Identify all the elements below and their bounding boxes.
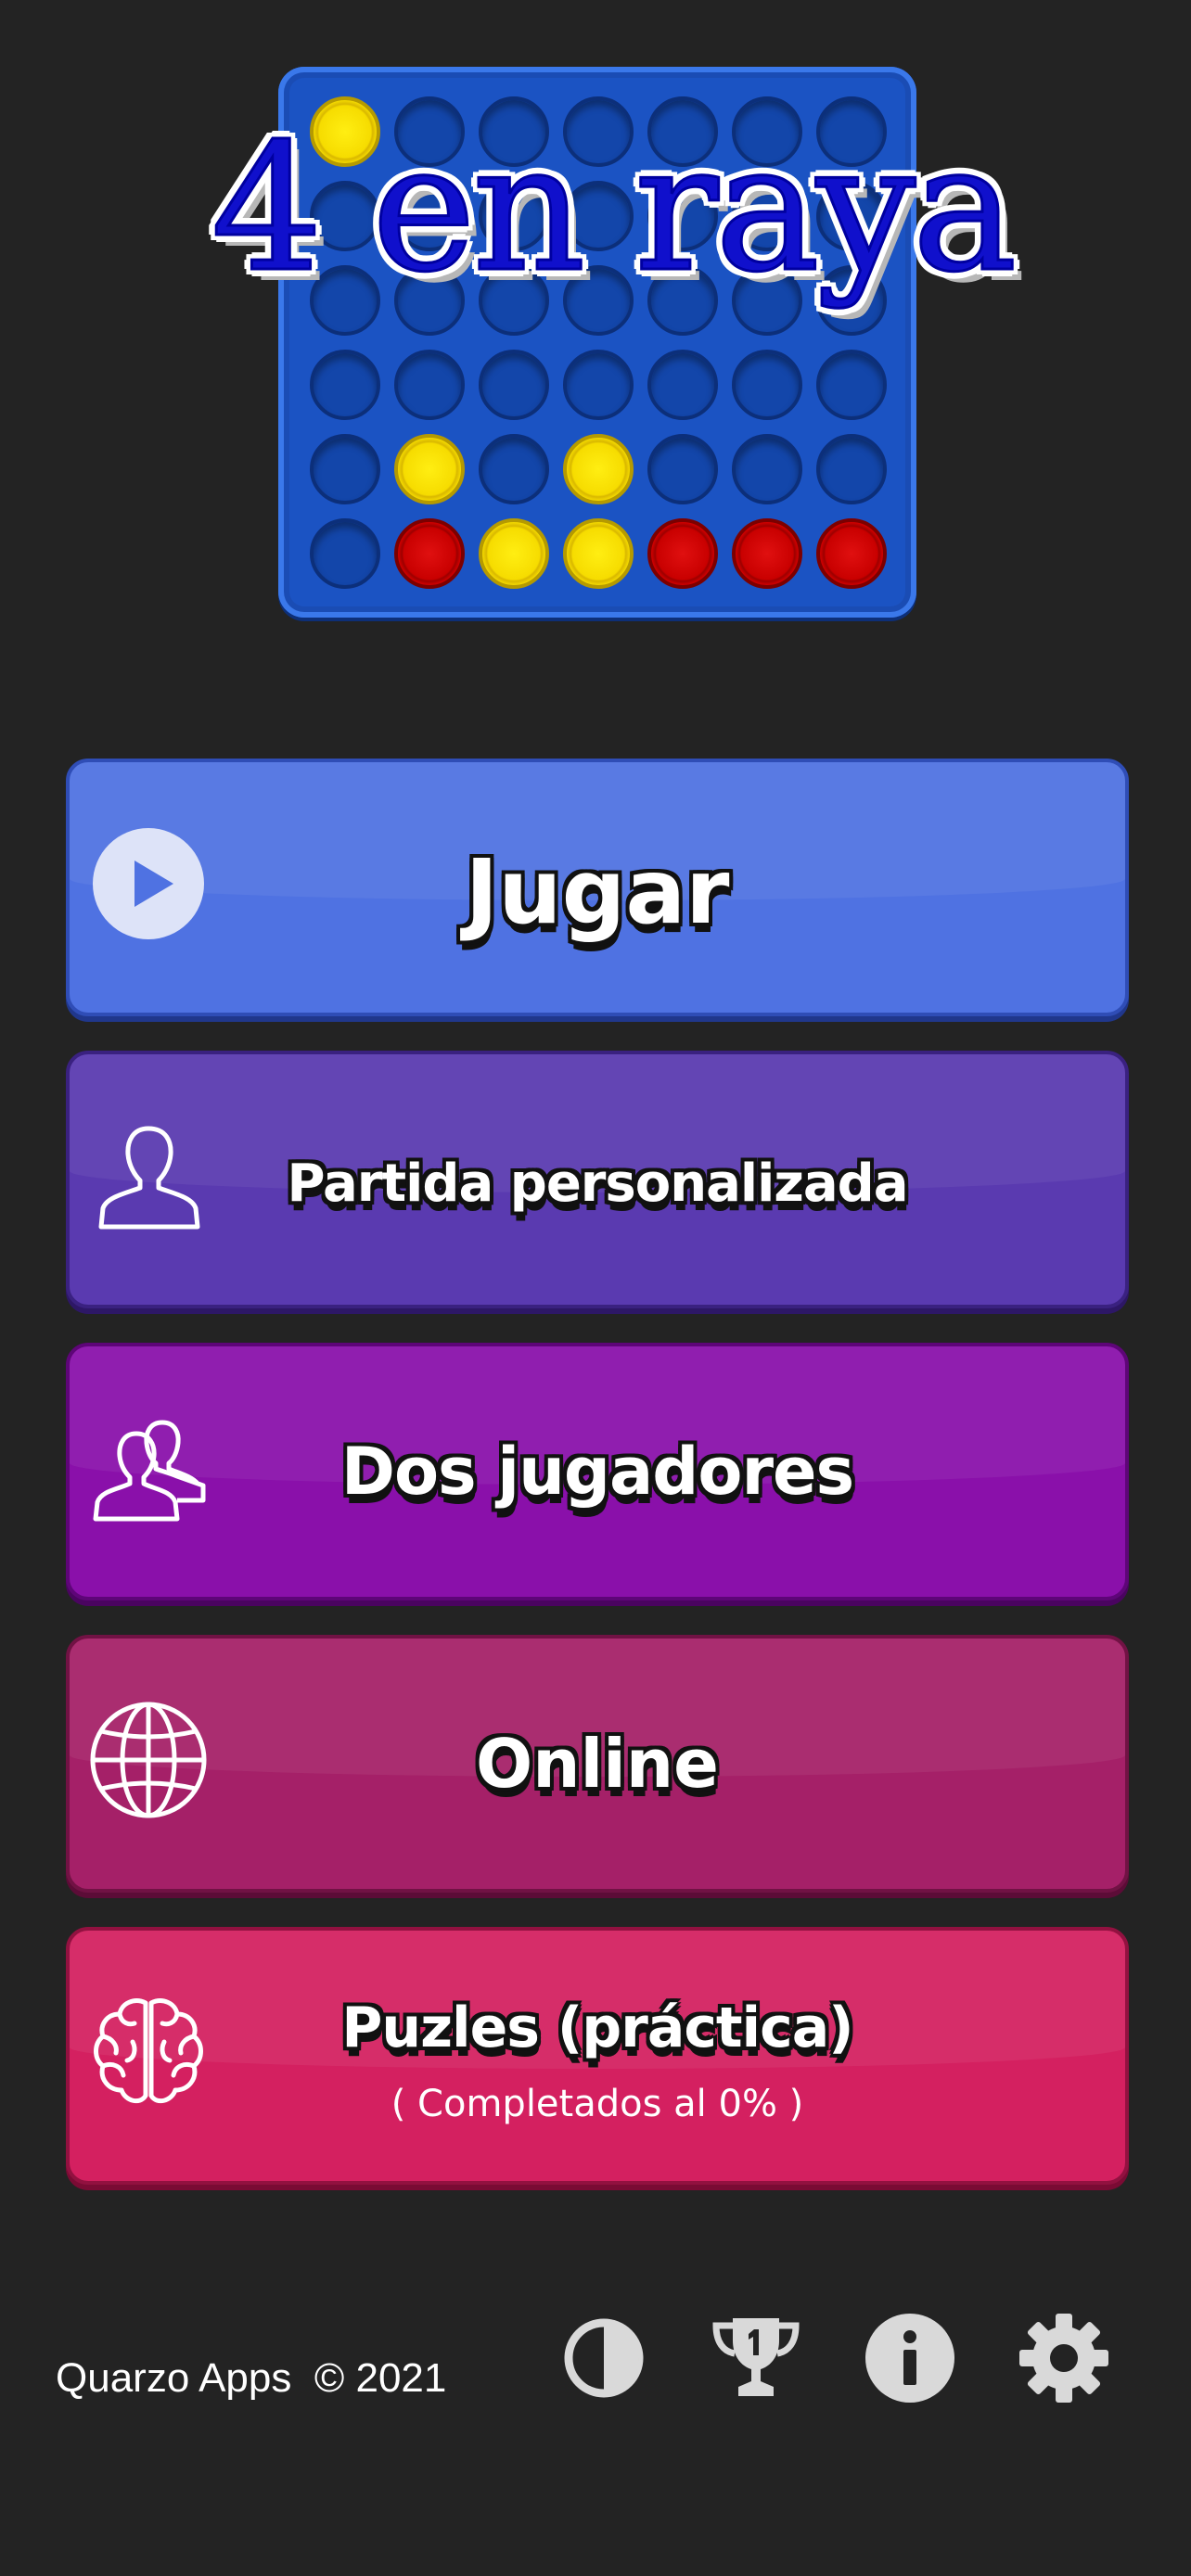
board-hole [479,350,549,420]
yellow-disc [394,434,465,504]
board-hole [310,434,380,504]
yellow-disc [563,434,634,504]
puzzles-button[interactable]: Puzles (práctica) ( Completados al 0% ) [66,1927,1129,2185]
red-disc [732,518,802,589]
yellow-disc [563,518,634,589]
red-disc [394,518,465,589]
board-hole [310,518,380,589]
play-button-label: Jugar [465,840,730,944]
board-hole [394,350,465,420]
trophy-icon[interactable] [707,2309,805,2407]
logo-title: 4 en raya [210,106,1018,311]
board-hole [647,350,718,420]
gear-icon[interactable] [1015,2309,1113,2407]
two-players-button[interactable]: Dos jugadores [66,1343,1129,1600]
two-players-label: Dos jugadores [340,1434,854,1510]
board-hole [816,350,887,420]
game-logo: 4 en raya [210,67,1018,618]
board-hole [479,434,549,504]
board-hole [310,350,380,420]
online-button[interactable]: Online [66,1635,1129,1893]
yellow-disc [479,518,549,589]
contrast-icon[interactable] [555,2309,653,2407]
puzzles-progress-text: ( Completados al 0% ) [391,2083,804,2125]
online-label: Online [476,1725,719,1803]
red-disc [816,518,887,589]
info-icon[interactable] [861,2309,959,2407]
puzzles-label: Puzles (práctica) [341,1996,853,2060]
board-hole [647,434,718,504]
board-hole [732,350,802,420]
board-hole [816,434,887,504]
board-hole [732,434,802,504]
red-disc [647,518,718,589]
play-button[interactable]: Jugar [66,759,1129,1016]
board-hole [563,350,634,420]
custom-game-label: Partida personalizada [287,1154,908,1214]
copyright-text: Quarzo Apps © 2021 [56,2355,447,2401]
custom-game-button[interactable]: Partida personalizada [66,1051,1129,1308]
